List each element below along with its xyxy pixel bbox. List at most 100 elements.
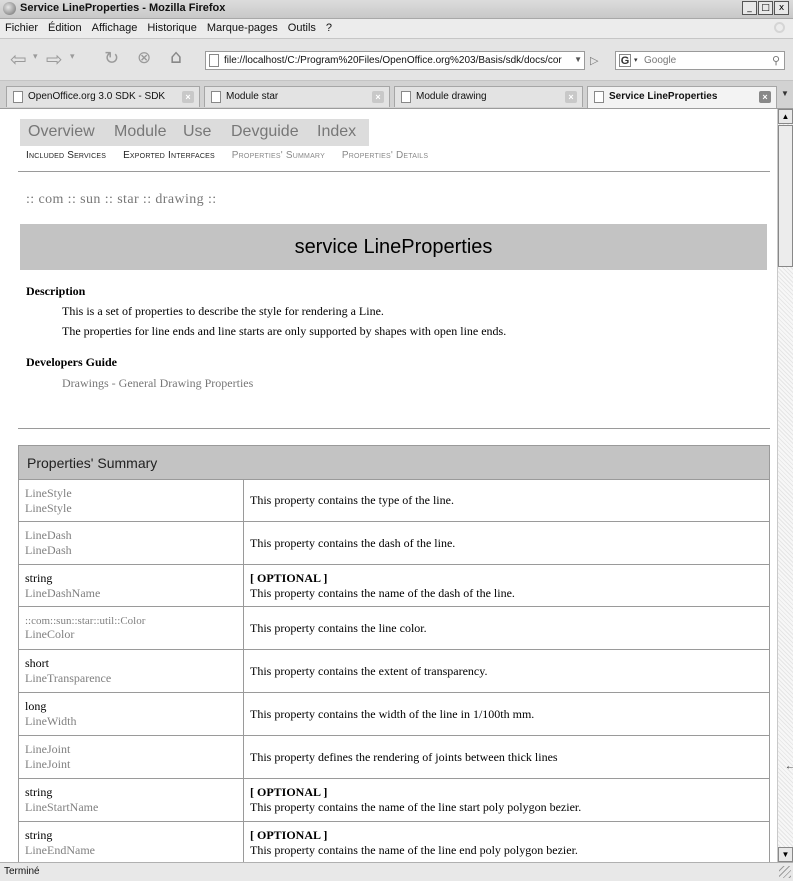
tab-label: Service LineProperties: [609, 91, 718, 102]
tab-list-icon[interactable]: ▼: [779, 89, 791, 103]
search-engine-icon[interactable]: G: [619, 54, 631, 67]
home-icon[interactable]: ⌂: [170, 46, 182, 68]
type-link[interactable]: ::com::sun::star::util::Color: [25, 615, 237, 627]
type-cell: string LineDashName: [18, 564, 244, 607]
nav-use[interactable]: Use: [183, 123, 211, 141]
forward-icon[interactable]: ⇨: [46, 47, 63, 71]
nav-module[interactable]: Module: [114, 123, 166, 141]
search-input[interactable]: Google: [644, 55, 676, 66]
reload-icon[interactable]: ↻: [104, 48, 119, 69]
type-text: string: [25, 570, 53, 585]
property-description: This property contains the dash of the l…: [250, 535, 456, 550]
property-description: This property contains the name of the l…: [250, 843, 578, 857]
search-bar[interactable]: G ▾ Google ⚲: [615, 51, 785, 70]
go-arrow-icon[interactable]: ▷: [590, 54, 598, 67]
description-line-1: This is a set of properties to describe …: [62, 304, 384, 318]
forward-dropdown-icon[interactable]: ▾: [70, 52, 75, 62]
property-name-link[interactable]: LineTransparence: [25, 671, 237, 686]
devguide-link[interactable]: Drawings - General Drawing Properties: [62, 376, 253, 391]
type-text: string: [25, 828, 53, 842]
close-tab-icon[interactable]: ×: [565, 91, 577, 103]
search-engine-dropdown-icon[interactable]: ▾: [634, 56, 638, 64]
property-name-link[interactable]: LineEndName: [25, 843, 237, 858]
property-description: This property contains the width of the …: [250, 706, 535, 721]
description-cell: This property contains the type of the l…: [243, 479, 770, 522]
document-icon: [401, 91, 411, 103]
summary-heading: Properties' Summary: [18, 445, 770, 480]
url-text[interactable]: file://localhost/C:/Program%20Files/Open…: [224, 55, 564, 66]
firefox-icon: [3, 2, 16, 15]
scroll-up-icon[interactable]: ▲: [778, 109, 793, 124]
description-cell: [ OPTIONAL ] This property contains the …: [243, 564, 770, 607]
maximize-button[interactable]: □: [758, 1, 773, 15]
stop-icon[interactable]: ⊗: [137, 48, 151, 68]
type-link[interactable]: LineJoint: [25, 742, 237, 757]
property-description: This property contains the name of the d…: [250, 585, 515, 600]
minimize-button[interactable]: _: [742, 1, 757, 15]
table-header: Properties' Summary: [18, 445, 770, 480]
status-text: Terminé: [4, 866, 40, 877]
menu-marque-pages[interactable]: Marque-pages: [202, 19, 283, 38]
url-bar[interactable]: file://localhost/C:/Program%20Files/Open…: [205, 51, 585, 70]
tab-module-drawing[interactable]: Module drawing ×: [394, 86, 583, 107]
nav-overview[interactable]: Overview: [28, 123, 95, 141]
type-link[interactable]: LineDash: [25, 528, 237, 543]
property-name-link[interactable]: LineDashName: [25, 586, 237, 601]
devguide-heading: Developers Guide: [26, 355, 117, 369]
table-row: string LineStartName [ OPTIONAL ] This p…: [18, 778, 770, 822]
property-name-link[interactable]: LineWidth: [25, 714, 237, 729]
tab-label: Module star: [226, 91, 279, 102]
nav-devguide[interactable]: Devguide: [231, 123, 299, 141]
vertical-scrollbar[interactable]: ▲ ▼ ←: [777, 109, 793, 862]
table-row: LineStyle LineStyle This property contai…: [18, 479, 770, 522]
description-cell: [ OPTIONAL ] This property contains the …: [243, 778, 770, 822]
type-link[interactable]: LineStyle: [25, 486, 237, 501]
subnav-included-services[interactable]: Included Services: [26, 150, 106, 161]
table-row: LineJoint LineJoint This property define…: [18, 735, 770, 779]
tab-module-star[interactable]: Module star ×: [204, 86, 390, 107]
back-icon[interactable]: ⇦: [10, 47, 27, 71]
resize-grip-icon[interactable]: [779, 866, 791, 878]
menu-historique[interactable]: Historique: [142, 19, 202, 38]
search-icon[interactable]: ⚲: [772, 54, 780, 67]
type-text: short: [25, 656, 49, 670]
window-titlebar: Service LineProperties - Mozilla Firefox…: [0, 0, 793, 19]
type-text: string: [25, 785, 53, 799]
description-cell: This property contains the width of the …: [243, 692, 770, 736]
menu-edition[interactable]: Édition: [43, 19, 87, 38]
back-dropdown-icon[interactable]: ▾: [33, 52, 38, 62]
property-name-link[interactable]: LineColor: [25, 627, 237, 642]
menu-affichage[interactable]: Affichage: [87, 19, 143, 38]
window-title: Service LineProperties - Mozilla Firefox: [20, 2, 226, 14]
optional-badge: [ OPTIONAL ]: [250, 828, 328, 842]
menu-bar: Fichier Édition Affichage Historique Mar…: [0, 19, 793, 39]
close-tab-icon[interactable]: ×: [182, 91, 194, 103]
property-name-link[interactable]: LineJoint: [25, 757, 237, 772]
resize-arrow-icon: ←: [785, 761, 793, 772]
close-tab-icon[interactable]: ×: [759, 91, 771, 103]
property-name-link[interactable]: LineStyle: [25, 501, 237, 516]
tab-label: OpenOffice.org 3.0 SDK - SDK: [28, 91, 166, 102]
tab-bar: OpenOffice.org 3.0 SDK - SDK × Module st…: [0, 81, 793, 109]
property-name-link[interactable]: LineStartName: [25, 800, 237, 815]
property-description: This property contains the name of the l…: [250, 800, 582, 814]
menu-outils[interactable]: Outils: [283, 19, 321, 38]
url-dropdown-icon[interactable]: ▼: [574, 55, 582, 64]
breadcrumb: :: com :: sun :: star :: drawing ::: [26, 192, 217, 207]
description-cell: [ OPTIONAL ] This property contains the …: [243, 821, 770, 862]
nav-index[interactable]: Index: [317, 123, 356, 141]
close-button[interactable]: x: [774, 1, 789, 15]
close-tab-icon[interactable]: ×: [372, 91, 384, 103]
sub-navigation: Included Services Exported Interfaces Pr…: [26, 150, 442, 161]
menu-fichier[interactable]: Fichier: [0, 19, 43, 38]
scroll-down-icon[interactable]: ▼: [778, 847, 793, 862]
subnav-exported-interfaces[interactable]: Exported Interfaces: [123, 150, 215, 161]
table-row: long LineWidth This property contains th…: [18, 692, 770, 736]
property-name-link[interactable]: LineDash: [25, 543, 237, 558]
tab-sdk[interactable]: OpenOffice.org 3.0 SDK - SDK ×: [6, 86, 200, 107]
description-cell: This property defines the rendering of j…: [243, 735, 770, 779]
service-title-banner: service LineProperties: [20, 224, 767, 270]
menu-help[interactable]: ?: [321, 19, 337, 38]
scrollbar-thumb[interactable]: [778, 125, 793, 267]
tab-service-lineproperties[interactable]: Service LineProperties ×: [587, 86, 777, 108]
